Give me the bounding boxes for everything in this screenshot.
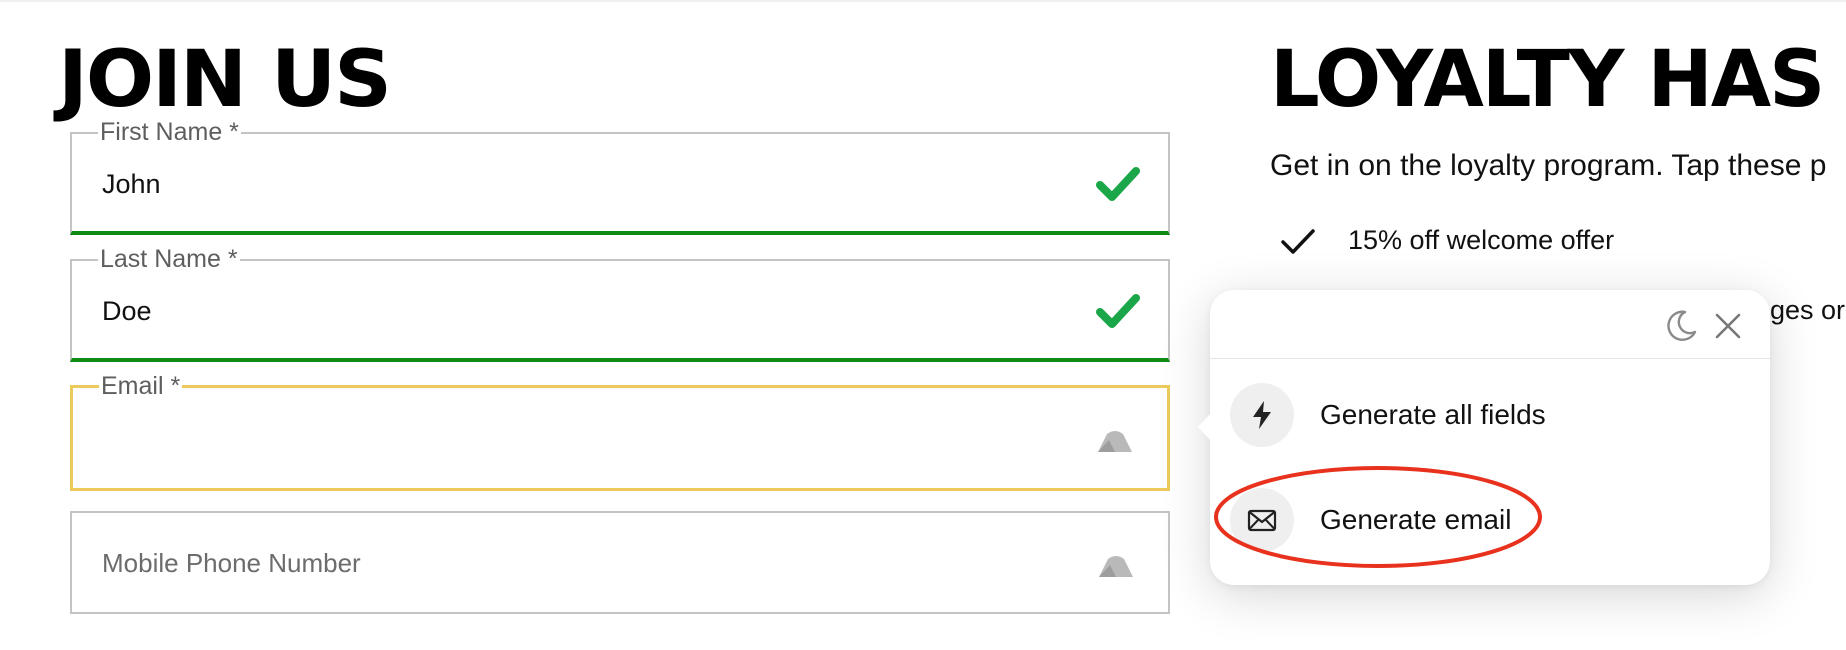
email-field[interactable]: Email * (70, 371, 1170, 491)
moon-icon[interactable] (1663, 308, 1699, 344)
checkmark-icon (1281, 229, 1315, 254)
mobile-phone-field[interactable]: Mobile Phone Number (70, 511, 1170, 614)
lightning-icon (1253, 401, 1271, 429)
envelope-icon (1247, 509, 1277, 532)
popup-header (1210, 290, 1770, 359)
envelope-icon-badge (1230, 488, 1294, 552)
popup-pointer (1198, 413, 1211, 441)
autofill-popup: Generate all fields Generate email (1198, 290, 1770, 585)
checkmark-icon (1096, 167, 1140, 201)
first-name-label: First Name * (98, 117, 241, 147)
generate-email-button[interactable]: Generate email (1230, 485, 1730, 555)
first-name-value[interactable]: John (102, 168, 161, 200)
lightning-icon-badge (1230, 383, 1294, 447)
close-icon[interactable] (1712, 310, 1744, 342)
last-name-label: Last Name * (98, 244, 240, 274)
generate-email-label: Generate email (1320, 504, 1512, 535)
benefit-partial-text: ges or (1770, 295, 1846, 325)
benefit-label: 15% off welcome offer (1348, 225, 1615, 255)
top-divider (0, 0, 1846, 2)
loyalty-heading: LOYALTY HAS (1270, 35, 1825, 125)
generate-all-fields-label: Generate all fields (1320, 399, 1546, 430)
loyalty-subtitle: Get in on the loyalty program. Tap these… (1270, 149, 1827, 182)
last-name-value[interactable]: Doe (102, 295, 152, 327)
checkmark-icon (1096, 294, 1140, 328)
join-us-heading: JOIN US (58, 35, 392, 125)
first-name-field[interactable]: First Name * John (70, 117, 1170, 235)
generate-all-fields-button[interactable]: Generate all fields (1230, 380, 1730, 450)
last-name-field[interactable]: Last Name * Doe (70, 244, 1170, 362)
mobile-phone-placeholder: Mobile Phone Number (102, 548, 361, 578)
email-label: Email * (99, 371, 183, 401)
form-filler-extension-icon[interactable] (1095, 426, 1135, 456)
form-filler-extension-icon[interactable] (1096, 551, 1136, 581)
